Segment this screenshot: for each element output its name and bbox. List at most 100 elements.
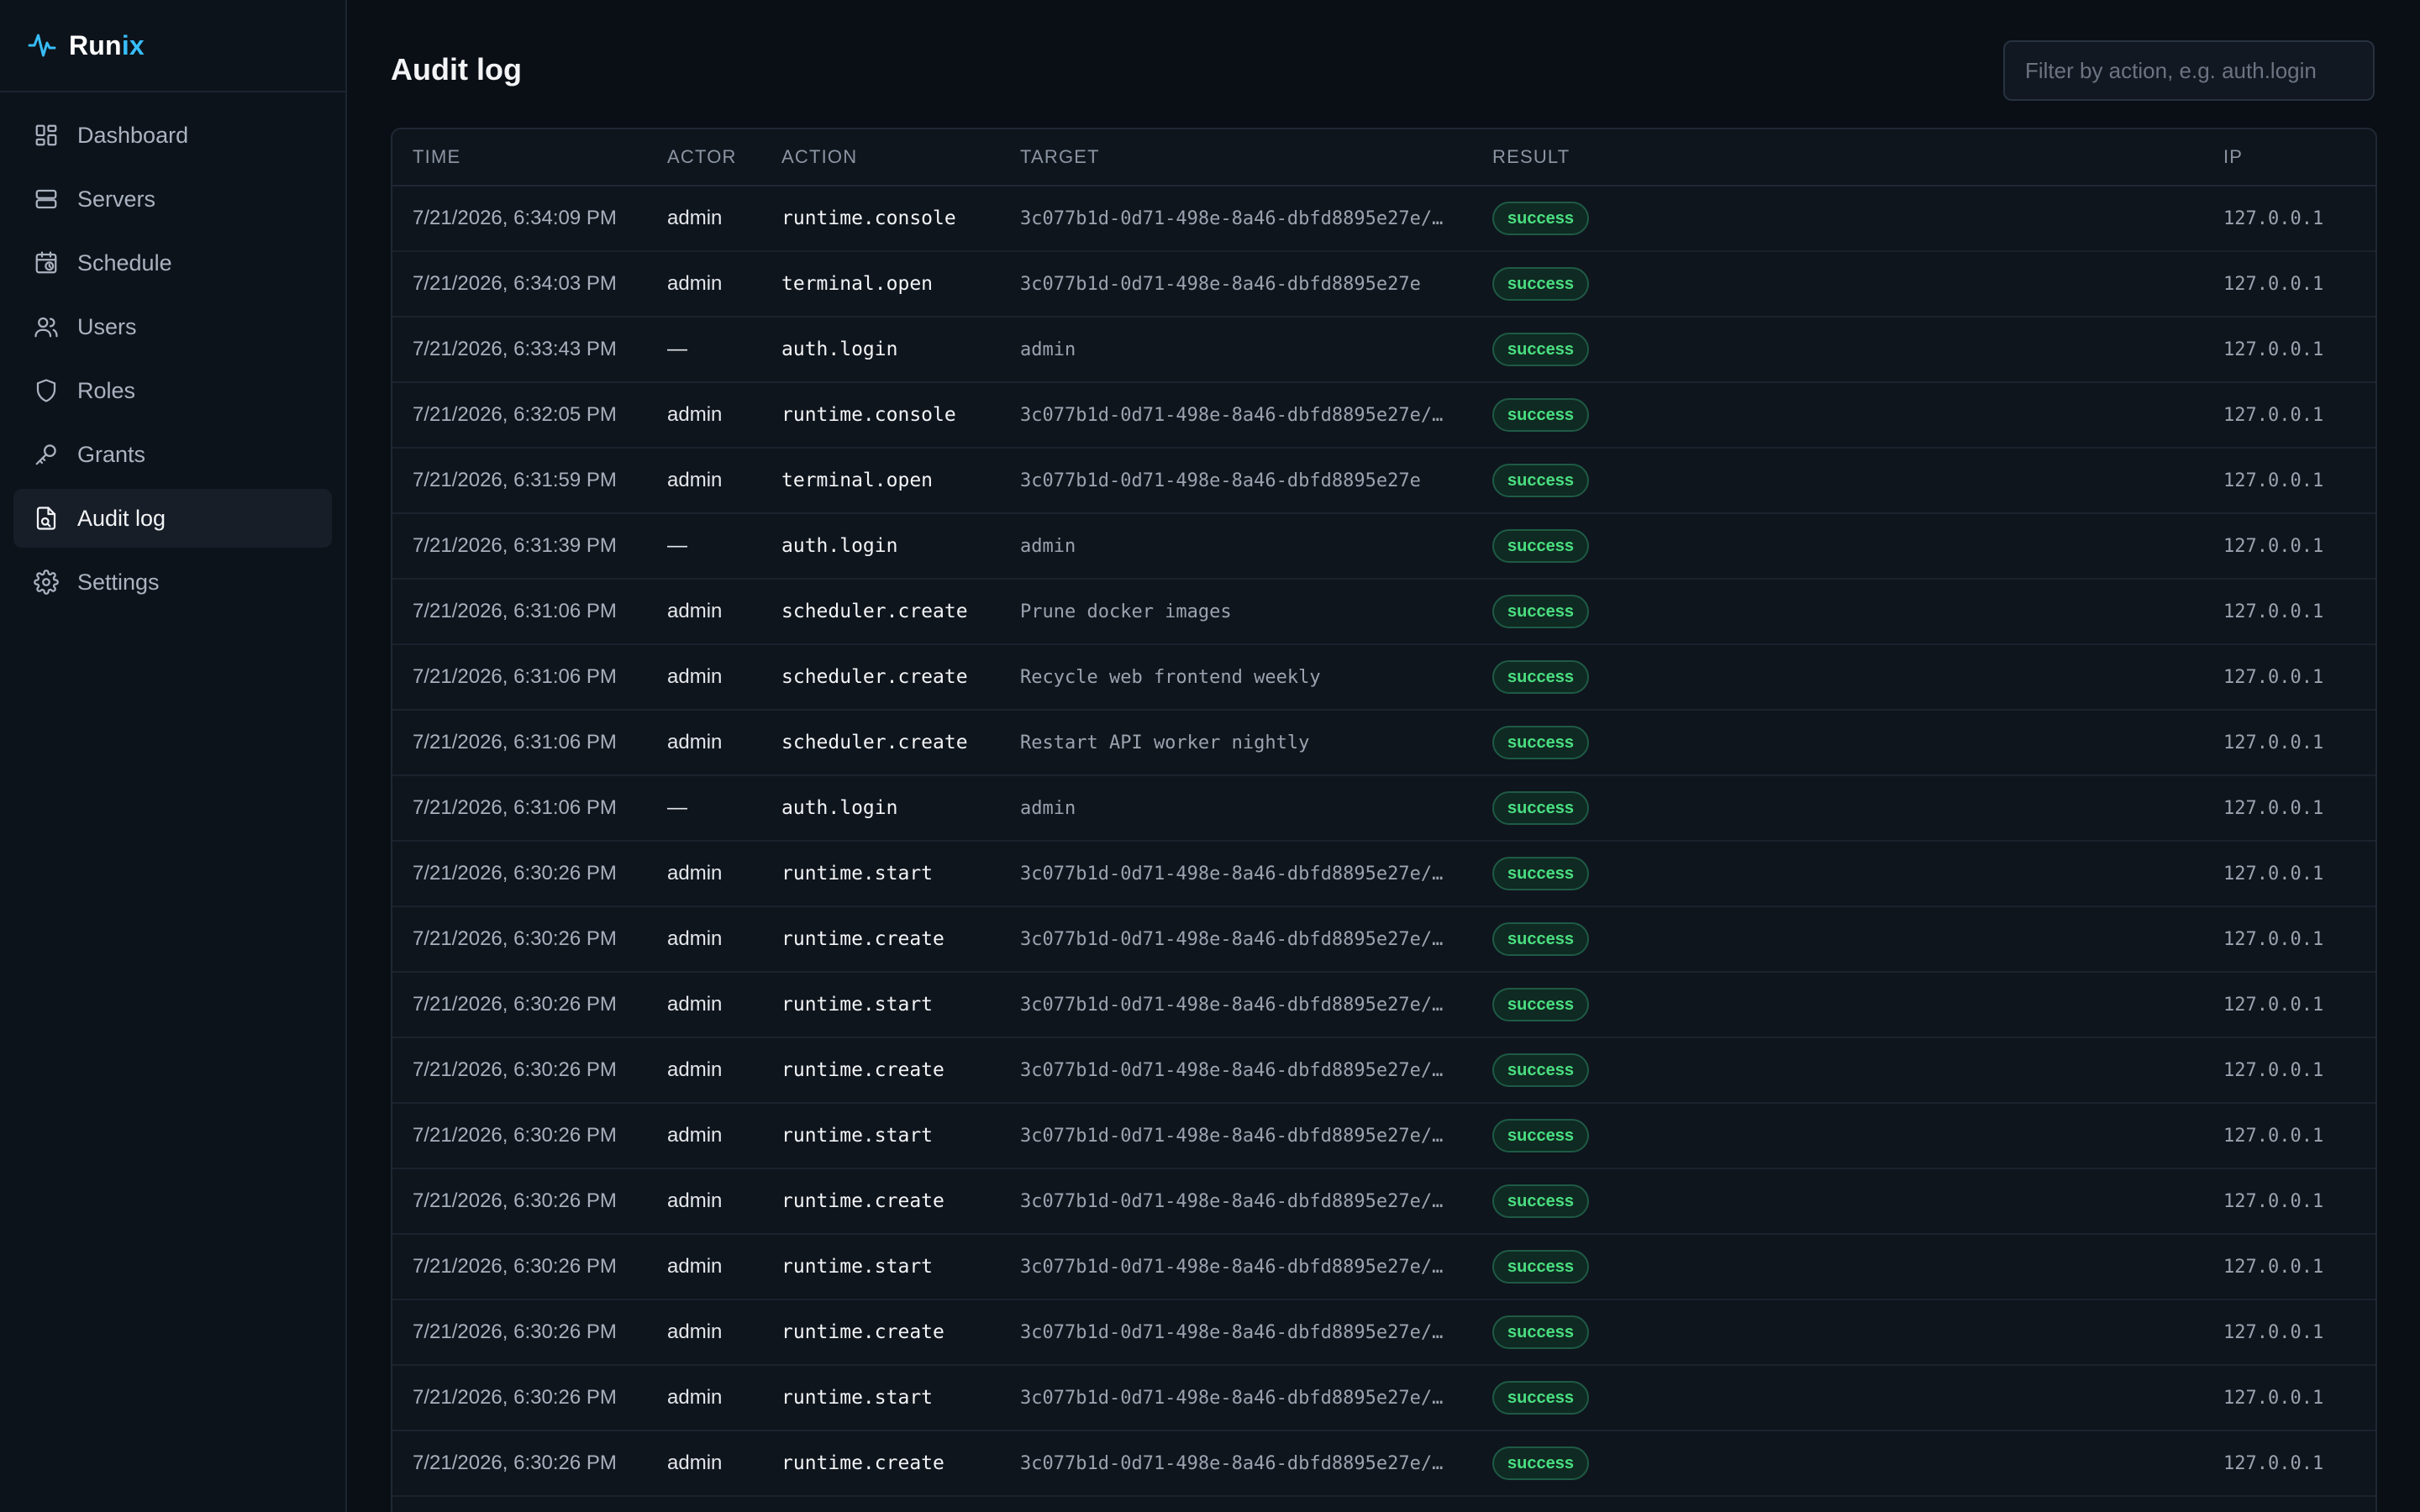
cell-result: success xyxy=(1492,1365,2223,1431)
table-row[interactable]: 7/21/2026, 6:31:06 PM admin scheduler.crea… xyxy=(392,644,2375,711)
column-header-actor[interactable]: ACTOR xyxy=(667,129,781,186)
cell-actor: — xyxy=(667,317,781,383)
table-row[interactable]: 7/21/2026, 6:30:26 PM admin runtime.create… xyxy=(392,1168,2375,1235)
cell-result: success xyxy=(1492,972,2223,1038)
cell-target: 3c077b1d-0d71-498e-8a46-dbfd8895e27e/… xyxy=(1020,906,1492,973)
sidebar-nav: Dashboard Servers Schedule Users Roles G… xyxy=(0,92,345,612)
cell-ip: 127.0.0.1 xyxy=(2223,775,2375,842)
cell-actor: — xyxy=(667,513,781,580)
audit-table-container[interactable]: TIME ACTOR ACTION TARGET RESULT IP 7/21/… xyxy=(391,128,2377,1512)
table-row[interactable]: 7/21/2026, 6:31:59 PM admin terminal.open 3… xyxy=(392,448,2375,514)
cell-target: 3c077b1d-0d71-498e-8a46-dbfd8895e27e/… xyxy=(1020,1299,1492,1366)
cell-target: Recycle web frontend weekly xyxy=(1020,644,1492,711)
table-row[interactable]: 7/21/2026, 6:34:03 PM admin terminal.open 3… xyxy=(392,251,2375,318)
status-badge: success xyxy=(1492,1446,1589,1480)
column-header-action[interactable]: ACTION xyxy=(781,129,1020,186)
filter-input[interactable] xyxy=(2003,40,2375,101)
table-row[interactable]: 7/21/2026, 6:30:26 PM admin runtime.start 3… xyxy=(392,1234,2375,1300)
cell-action: scheduler.create xyxy=(781,644,1020,711)
cell-result: success xyxy=(1492,1168,2223,1235)
status-badge: success xyxy=(1492,1315,1589,1349)
brand[interactable]: Runix xyxy=(0,0,345,92)
cell-time: 7/21/2026, 6:30:26 PM xyxy=(392,906,667,973)
status-badge: success xyxy=(1492,464,1589,497)
sidebar: Runix Dashboard Servers Schedule Users R… xyxy=(0,0,347,1512)
status-badge: success xyxy=(1492,660,1589,694)
cell-target: admin xyxy=(1020,317,1492,383)
cell-target: 3c077b1d-0d71-498e-8a46-dbfd8895e27e/… xyxy=(1020,1431,1492,1497)
cell-result: success xyxy=(1492,710,2223,776)
cell-ip: 127.0.0.1 xyxy=(2223,1299,2375,1366)
cell-time: 7/21/2026, 6:30:26 PM xyxy=(392,1365,667,1431)
cell-actor: admin xyxy=(667,906,781,973)
cell-time: 7/21/2026, 6:31:59 PM xyxy=(392,448,667,514)
cell-action: runtime.start xyxy=(781,841,1020,907)
cell-target: 3c077b1d-0d71-498e-8a46-dbfd8895e27e/… xyxy=(1020,1168,1492,1235)
cell-actor: admin xyxy=(667,1037,781,1104)
cell-ip: 127.0.0.1 xyxy=(2223,317,2375,383)
cell-actor: admin xyxy=(667,579,781,645)
sidebar-item-servers[interactable]: Servers xyxy=(13,170,332,228)
cell-target: 3c077b1d-0d71-498e-8a46-dbfd8895e27e xyxy=(1020,251,1492,318)
table-body: 7/21/2026, 6:34:09 PM admin runtime.consol… xyxy=(392,186,2375,1497)
table-row[interactable]: 7/21/2026, 6:31:39 PM — auth.login admin suc… xyxy=(392,513,2375,580)
table-row[interactable]: 7/21/2026, 6:31:06 PM admin scheduler.crea… xyxy=(392,579,2375,645)
status-badge: success xyxy=(1492,202,1589,235)
cell-action: runtime.start xyxy=(781,972,1020,1038)
table-row[interactable]: 7/21/2026, 6:30:26 PM admin runtime.start 3… xyxy=(392,841,2375,907)
cell-time: 7/21/2026, 6:34:09 PM xyxy=(392,186,667,252)
sidebar-item-label: Audit log xyxy=(77,505,166,531)
status-badge: success xyxy=(1492,1250,1589,1284)
table-row[interactable]: 7/21/2026, 6:30:26 PM admin runtime.create… xyxy=(392,1431,2375,1497)
column-header-time[interactable]: TIME xyxy=(392,129,667,186)
cell-target: 3c077b1d-0d71-498e-8a46-dbfd8895e27e/… xyxy=(1020,186,1492,252)
table-row[interactable]: 7/21/2026, 6:30:26 PM admin runtime.create… xyxy=(392,906,2375,973)
cell-ip: 127.0.0.1 xyxy=(2223,513,2375,580)
table-row[interactable]: 7/21/2026, 6:30:26 PM admin runtime.start 3… xyxy=(392,1365,2375,1431)
cell-time: 7/21/2026, 6:33:43 PM xyxy=(392,317,667,383)
sidebar-item-dashboard[interactable]: Dashboard xyxy=(13,106,332,165)
cell-result: success xyxy=(1492,1037,2223,1104)
status-badge: success xyxy=(1492,726,1589,759)
cell-target: 3c077b1d-0d71-498e-8a46-dbfd8895e27e/… xyxy=(1020,1103,1492,1169)
table-row[interactable]: 7/21/2026, 6:32:05 PM admin runtime.consol… xyxy=(392,382,2375,449)
servers-icon xyxy=(35,189,57,209)
cell-result: success xyxy=(1492,513,2223,580)
cell-actor: admin xyxy=(667,972,781,1038)
sidebar-item-users[interactable]: Users xyxy=(13,297,332,356)
sidebar-item-label: Roles xyxy=(77,377,136,403)
sidebar-item-roles[interactable]: Roles xyxy=(13,361,332,420)
column-header-target[interactable]: TARGET xyxy=(1020,129,1492,186)
column-header-result[interactable]: RESULT xyxy=(1492,129,2223,186)
gear-icon xyxy=(34,570,59,595)
table-row[interactable]: 7/21/2026, 6:30:26 PM admin runtime.start 3… xyxy=(392,1103,2375,1169)
cell-target: admin xyxy=(1020,775,1492,842)
sidebar-item-settings[interactable]: Settings xyxy=(13,553,332,612)
cell-actor: admin xyxy=(667,710,781,776)
sidebar-item-schedule[interactable]: Schedule xyxy=(13,234,332,292)
table-row[interactable]: 7/21/2026, 6:34:09 PM admin runtime.consol… xyxy=(392,186,2375,252)
cell-result: success xyxy=(1492,644,2223,711)
table-row[interactable]: 7/21/2026, 6:30:26 PM admin runtime.start 3… xyxy=(392,972,2375,1038)
column-header-ip[interactable]: IP xyxy=(2223,129,2375,186)
table-row[interactable]: 7/21/2026, 6:33:43 PM — auth.login admin suc… xyxy=(392,317,2375,383)
table-row[interactable]: 7/21/2026, 6:31:06 PM — auth.login admin suc… xyxy=(392,775,2375,842)
cell-time: 7/21/2026, 6:30:26 PM xyxy=(392,1234,667,1300)
cell-target: admin xyxy=(1020,513,1492,580)
cell-ip: 127.0.0.1 xyxy=(2223,1103,2375,1169)
table-row[interactable]: 7/21/2026, 6:31:06 PM admin scheduler.crea… xyxy=(392,710,2375,776)
sidebar-item-label: Grants xyxy=(77,441,146,467)
cell-action: runtime.console xyxy=(781,382,1020,449)
cell-ip: 127.0.0.1 xyxy=(2223,972,2375,1038)
sidebar-item-grants[interactable]: Grants xyxy=(13,425,332,484)
cell-ip: 127.0.0.1 xyxy=(2223,251,2375,318)
cell-actor: admin xyxy=(667,1299,781,1366)
cell-actor: admin xyxy=(667,1103,781,1169)
cell-result: success xyxy=(1492,448,2223,514)
cell-time: 7/21/2026, 6:30:26 PM xyxy=(392,1299,667,1366)
cell-result: success xyxy=(1492,1103,2223,1169)
cell-ip: 127.0.0.1 xyxy=(2223,906,2375,973)
table-row[interactable]: 7/21/2026, 6:30:26 PM admin runtime.create… xyxy=(392,1037,2375,1104)
sidebar-item-audit-log[interactable]: Audit log xyxy=(13,489,332,548)
table-row[interactable]: 7/21/2026, 6:30:26 PM admin runtime.create… xyxy=(392,1299,2375,1366)
